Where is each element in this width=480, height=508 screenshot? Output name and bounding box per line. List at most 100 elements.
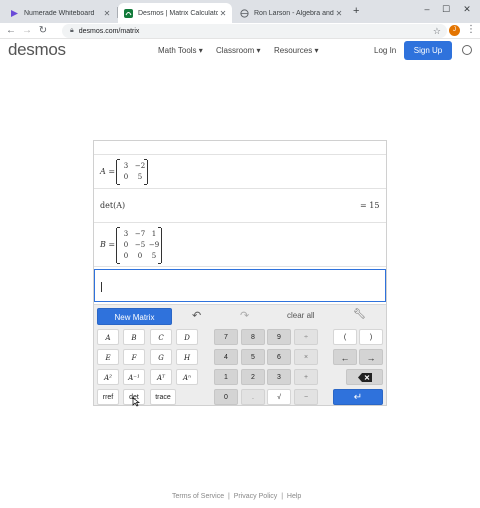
key-square[interactable]: A²	[97, 369, 119, 385]
matrix-cell: −9	[148, 241, 160, 249]
key-decimal[interactable]: .	[241, 389, 265, 405]
matrix-cell: 0	[137, 252, 143, 260]
nav-classroom[interactable]: Classroom ▾	[216, 46, 260, 55]
key-matrix-h[interactable]: H	[176, 349, 198, 365]
minimize-icon[interactable]: –	[418, 2, 436, 16]
matrix-cell: 3	[123, 230, 129, 238]
key-matrix-a[interactable]: A	[97, 329, 119, 345]
text-cursor	[101, 282, 102, 292]
key-matrix-g[interactable]: G	[150, 349, 172, 365]
right-arrow-icon[interactable]: →	[359, 349, 383, 365]
footer-separator: |	[228, 493, 230, 500]
left-arrow-icon[interactable]: ←	[333, 349, 357, 365]
key-2[interactable]: 2	[241, 369, 265, 385]
backspace-key[interactable]	[346, 369, 383, 385]
footer-link-help[interactable]: Help	[287, 493, 301, 500]
matrix-cell: 5	[137, 173, 143, 181]
key-8[interactable]: 8	[241, 329, 265, 345]
key-plus[interactable]: +	[294, 369, 318, 385]
nav-math-tools[interactable]: Math Tools ▾	[158, 46, 203, 55]
globe-favicon	[240, 8, 249, 18]
login-link[interactable]: Log In	[374, 46, 396, 55]
key-rref[interactable]: rref	[97, 389, 119, 405]
expression-row[interactable]: B = 3 −7 1 0 −5 −9 0 0 5	[94, 223, 386, 267]
matrix-b: 3 −7 1 0 −5 −9 0 0 5	[116, 227, 162, 264]
key-inverse[interactable]: A⁻¹	[123, 369, 145, 385]
reload-icon[interactable]: ↻	[37, 24, 49, 38]
key-trace[interactable]: trace	[150, 389, 176, 405]
matrix-cell: 0	[123, 241, 129, 249]
footer-link-terms[interactable]: Terms of Service	[172, 493, 224, 500]
matrix-cell: −7	[134, 230, 146, 238]
key-5[interactable]: 5	[241, 349, 265, 365]
expression-list-top	[94, 141, 386, 155]
wrench-icon[interactable]: 🔧︎	[353, 309, 366, 320]
key-9[interactable]: 9	[267, 329, 291, 345]
expression-lhs: det(A)	[100, 201, 126, 210]
expression-lhs: A =	[100, 167, 116, 176]
key-matrix-d[interactable]: D	[176, 329, 198, 345]
key-left-paren[interactable]: (	[333, 329, 357, 345]
close-icon[interactable]: ✕	[218, 9, 228, 18]
redo-icon[interactable]: ↷	[240, 309, 249, 322]
new-matrix-button[interactable]: New Matrix	[97, 308, 172, 325]
nav-resources[interactable]: Resources ▾	[274, 46, 318, 55]
expression-row[interactable]: A = 3 −2 0 5	[94, 155, 386, 189]
key-matrix-e[interactable]: E	[97, 349, 119, 365]
key-multiply[interactable]: ×	[294, 349, 318, 365]
key-matrix-b[interactable]: B	[123, 329, 145, 345]
matrix-cell: 0	[123, 173, 129, 181]
footer-link-privacy[interactable]: Privacy Policy	[234, 493, 278, 500]
forward-arrow-icon[interactable]: →	[21, 24, 33, 38]
key-6[interactable]: 6	[267, 349, 291, 365]
key-matrix-c[interactable]: C	[150, 329, 172, 345]
close-icon[interactable]: ✕	[334, 9, 344, 18]
expression-input[interactable]	[94, 269, 386, 302]
tab-title: Desmos | Matrix Calculator	[138, 9, 218, 17]
lock-icon: 🔒︎	[70, 27, 74, 34]
key-matrix-f[interactable]: F	[123, 349, 145, 365]
address-toolbar: ← → ↻ 🔒︎ desmos.com/matrix ☆	[0, 23, 480, 39]
key-power[interactable]: Aⁿ	[176, 369, 198, 385]
matrix-cell: −2	[134, 162, 146, 170]
key-minus[interactable]: −	[294, 389, 318, 405]
key-right-paren[interactable]: )	[359, 329, 383, 345]
tab-title: Numerade Whiteboard	[24, 9, 95, 17]
undo-icon[interactable]: ↶	[192, 309, 201, 322]
tab-numerade[interactable]: Numerade Whiteboard ✕	[4, 3, 116, 23]
language-globe-icon[interactable]	[462, 45, 472, 55]
key-7[interactable]: 7	[214, 329, 238, 345]
back-arrow-icon[interactable]: ←	[5, 24, 17, 38]
new-tab-button[interactable]: +	[353, 5, 359, 17]
maximize-icon[interactable]: ☐	[437, 2, 455, 16]
matrix-cell: 0	[123, 252, 129, 260]
key-transpose[interactable]: Aᵀ	[150, 369, 172, 385]
url-field[interactable]: 🔒︎ desmos.com/matrix ☆	[62, 24, 447, 38]
key-4[interactable]: 4	[214, 349, 238, 365]
expression-result: = 15	[360, 201, 380, 210]
close-icon[interactable]: ✕	[102, 9, 112, 18]
matrix-cell: −5	[134, 241, 146, 249]
key-1[interactable]: 1	[214, 369, 238, 385]
footer-separator: |	[281, 493, 284, 500]
browser-tab-bar: Numerade Whiteboard ✕ Desmos | Matrix Ca…	[0, 0, 480, 23]
clear-all-button[interactable]: clear all	[287, 311, 315, 320]
keypad: New Matrix ↶ ↷ clear all 🔧︎ A B C D E F …	[94, 304, 386, 407]
kebab-menu-icon[interactable]: ⋮	[466, 24, 476, 36]
key-sqrt[interactable]: √	[267, 389, 291, 405]
profile-avatar[interactable]: J	[449, 25, 460, 36]
enter-icon[interactable]: ↵	[333, 389, 383, 405]
matrix-cell: 1	[151, 230, 157, 238]
key-divide[interactable]: ÷	[294, 329, 318, 345]
bookmark-star-icon[interactable]: ☆	[433, 24, 441, 38]
tab-larson[interactable]: Ron Larson - Algebra and Trigo ✕	[234, 3, 348, 23]
expression-lhs: B =	[100, 240, 116, 249]
signup-button[interactable]: Sign Up	[404, 41, 452, 60]
expression-row[interactable]: det(A) = 15	[94, 189, 386, 223]
desmos-favicon	[124, 8, 133, 18]
key-3[interactable]: 3	[267, 369, 291, 385]
window-close-icon[interactable]: ✕	[458, 2, 476, 16]
desmos-logo[interactable]: desmos	[8, 40, 66, 60]
tab-desmos[interactable]: Desmos | Matrix Calculator ✕	[118, 3, 232, 23]
key-0[interactable]: 0	[214, 389, 238, 405]
